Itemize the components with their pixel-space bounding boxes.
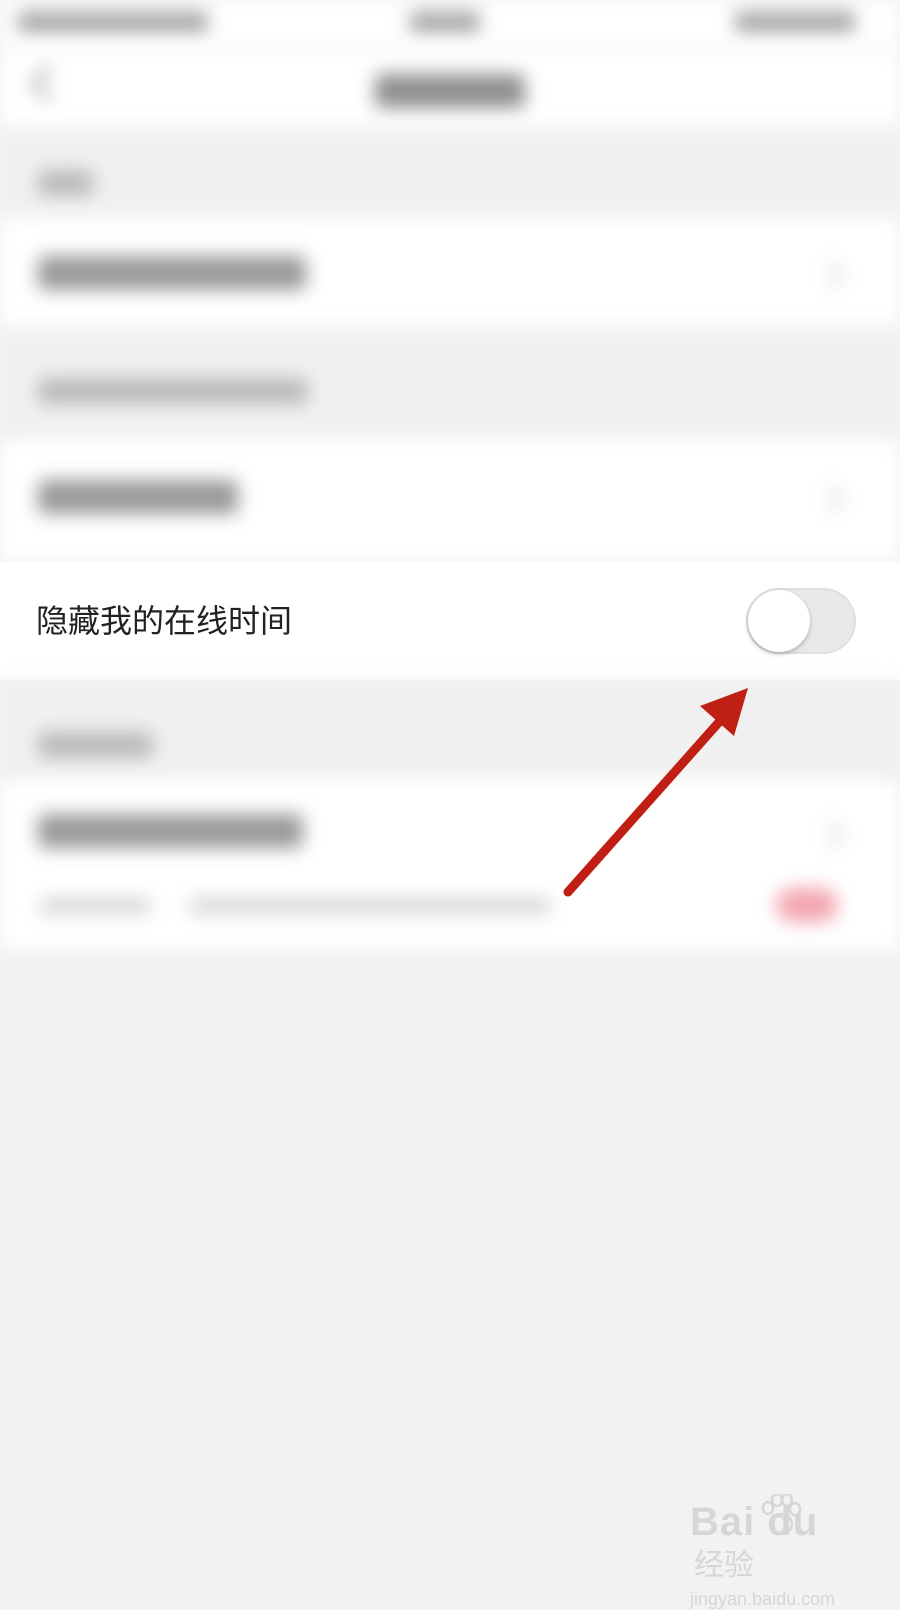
paw-pad xyxy=(768,1512,794,1536)
watermark-url: jingyan.baidu.com xyxy=(690,1589,836,1609)
page-title-blur xyxy=(375,74,525,108)
status-badge xyxy=(776,888,838,922)
navigation-bar xyxy=(0,48,900,130)
settings-row-3[interactable] xyxy=(0,780,900,950)
section-header-3 xyxy=(0,680,900,780)
toggle-knob xyxy=(748,590,810,652)
hide-online-time-toggle[interactable] xyxy=(746,588,856,654)
status-battery-blur xyxy=(735,12,855,32)
back-icon[interactable] xyxy=(30,64,68,102)
watermark-suffix: 经验 xyxy=(694,1549,754,1582)
row-label-blur xyxy=(38,256,306,290)
section-header-text-blur xyxy=(38,170,93,196)
status-carrier-blur xyxy=(18,12,208,32)
paw-toe-2 xyxy=(770,1494,784,1508)
hide-online-time-label: 隐藏我的在线时间 xyxy=(36,602,293,640)
row-label-blur xyxy=(38,480,238,514)
paw-toe-1 xyxy=(761,1500,775,1516)
section-header-text-blur xyxy=(38,378,308,404)
section-header-text-blur xyxy=(38,732,153,758)
chevron-right-icon xyxy=(814,819,845,850)
status-time-blur xyxy=(410,12,480,32)
chevron-right-icon xyxy=(814,259,845,290)
paw-toe-4 xyxy=(788,1501,802,1517)
settings-row-2[interactable] xyxy=(0,440,900,562)
section-header-1 xyxy=(0,130,900,218)
section-header-2 xyxy=(0,330,900,440)
settings-row-1[interactable] xyxy=(0,218,900,330)
baidu-paw-icon xyxy=(761,1494,802,1536)
status-bar xyxy=(0,0,900,48)
hide-online-time-row: 隐藏我的在线时间 xyxy=(0,562,900,680)
chevron-right-icon xyxy=(814,483,845,514)
row-label-blur xyxy=(38,814,303,848)
baidu-watermark: Bai du经验 jingyan.baidu.com xyxy=(690,1494,860,1610)
row-sub-label-blur xyxy=(40,898,150,914)
row-sub-desc-blur xyxy=(190,898,550,914)
